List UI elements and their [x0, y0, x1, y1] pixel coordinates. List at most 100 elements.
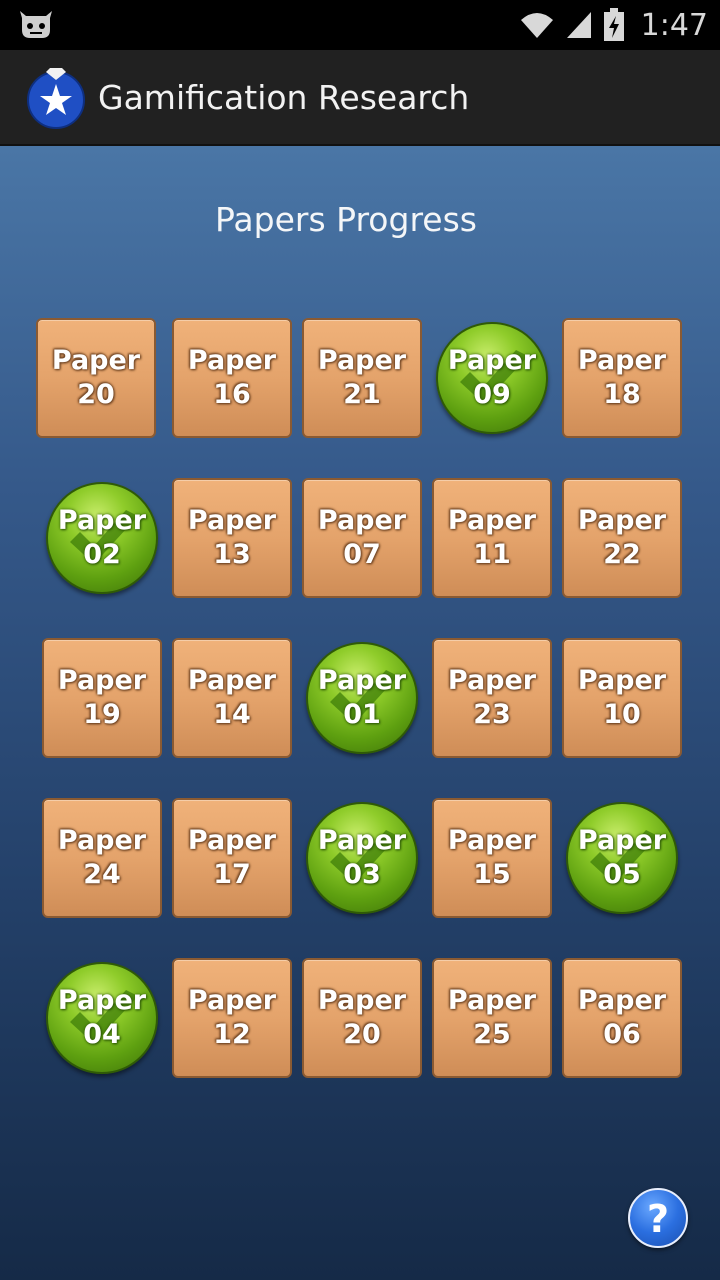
- help-button[interactable]: ?: [628, 1188, 688, 1248]
- paper-number: 24: [83, 859, 121, 890]
- paper-number: 03: [343, 859, 381, 890]
- paper-tile[interactable]: Paper 23: [432, 638, 552, 758]
- paper-completed-badge[interactable]: Paper 01: [306, 642, 418, 754]
- paper-number: 05: [603, 859, 641, 890]
- paper-tile[interactable]: Paper 20: [302, 958, 422, 1078]
- paper-label-text: Paper: [187, 345, 277, 376]
- paper-number: 21: [343, 379, 381, 410]
- paper-tile[interactable]: Paper 24: [42, 798, 162, 918]
- page-title: Papers Progress: [215, 200, 477, 239]
- paper-label: Paper 11: [434, 504, 550, 572]
- status-icons: 1:47: [519, 0, 708, 50]
- paper-tile[interactable]: Paper 21: [302, 318, 422, 438]
- paper-label-text: Paper: [447, 505, 537, 536]
- paper-completed-badge[interactable]: Paper 05: [566, 802, 678, 914]
- paper-number: 20: [343, 1019, 381, 1050]
- paper-tile[interactable]: Paper 12: [172, 958, 292, 1078]
- paper-number: 10: [603, 699, 641, 730]
- paper-number: 06: [603, 1019, 641, 1050]
- status-bar: 1:47: [0, 0, 720, 50]
- paper-label: Paper 19: [44, 664, 160, 732]
- signal-icon: [566, 12, 591, 38]
- paper-label-text: Paper: [447, 825, 537, 856]
- paper-label: Paper 07: [304, 504, 420, 572]
- paper-tile[interactable]: Paper 06: [562, 958, 682, 1078]
- paper-label-text: Paper: [317, 665, 407, 696]
- paper-label: Paper 17: [174, 824, 290, 892]
- paper-label: Paper 25: [434, 984, 550, 1052]
- paper-label-text: Paper: [57, 665, 147, 696]
- paper-label-text: Paper: [447, 345, 537, 376]
- paper-completed-badge[interactable]: Paper 03: [306, 802, 418, 914]
- paper-label-text: Paper: [317, 985, 407, 1016]
- paper-number: 18: [603, 379, 641, 410]
- star-medal-icon[interactable]: [24, 66, 88, 130]
- paper-label-text: Paper: [577, 665, 667, 696]
- paper-label-text: Paper: [187, 665, 277, 696]
- paper-number: 09: [473, 379, 511, 410]
- paper-label: Paper 14: [174, 664, 290, 732]
- paper-label-text: Paper: [577, 505, 667, 536]
- paper-completed-badge[interactable]: Paper 04: [46, 962, 158, 1074]
- paper-label: Paper 13: [174, 504, 290, 572]
- paper-tile[interactable]: Paper 20: [36, 318, 156, 438]
- paper-number: 11: [473, 539, 511, 570]
- paper-label: Paper 20: [38, 344, 154, 412]
- paper-number: 02: [83, 539, 121, 570]
- paper-number: 22: [603, 539, 641, 570]
- paper-number: 01: [343, 699, 381, 730]
- paper-label-text: Paper: [187, 505, 277, 536]
- paper-tile[interactable]: Paper 17: [172, 798, 292, 918]
- paper-label-text: Paper: [577, 825, 667, 856]
- paper-tile[interactable]: Paper 07: [302, 478, 422, 598]
- paper-tile[interactable]: Paper 11: [432, 478, 552, 598]
- paper-number: 20: [77, 379, 115, 410]
- paper-label-text: Paper: [317, 825, 407, 856]
- paper-label: Paper 09: [438, 344, 546, 412]
- status-time: 1:47: [640, 7, 708, 43]
- app-title: Gamification Research: [98, 78, 470, 117]
- paper-label-text: Paper: [57, 825, 147, 856]
- paper-tile[interactable]: Paper 19: [42, 638, 162, 758]
- wifi-icon: [520, 13, 553, 38]
- paper-label-text: Paper: [57, 985, 147, 1016]
- paper-label-text: Paper: [447, 665, 537, 696]
- paper-tile[interactable]: Paper 25: [432, 958, 552, 1078]
- paper-label-text: Paper: [57, 505, 147, 536]
- paper-number: 04: [83, 1019, 121, 1050]
- paper-label-text: Paper: [187, 825, 277, 856]
- paper-label: Paper 06: [564, 984, 680, 1052]
- paper-completed-badge[interactable]: Paper 09: [436, 322, 548, 434]
- paper-tile[interactable]: Paper 14: [172, 638, 292, 758]
- paper-number: 07: [343, 539, 381, 570]
- paper-tile[interactable]: Paper 18: [562, 318, 682, 438]
- paper-label: Paper 16: [174, 344, 290, 412]
- app-bar: Gamification Research: [0, 50, 720, 146]
- paper-tile[interactable]: Paper 16: [172, 318, 292, 438]
- paper-tile[interactable]: Paper 22: [562, 478, 682, 598]
- paper-tile[interactable]: Paper 13: [172, 478, 292, 598]
- paper-completed-badge[interactable]: Paper 02: [46, 482, 158, 594]
- paper-number: 23: [473, 699, 511, 730]
- paper-label: Paper 03: [308, 824, 416, 892]
- paper-label: Paper 24: [44, 824, 160, 892]
- paper-label-text: Paper: [577, 345, 667, 376]
- paper-label: Paper 04: [48, 984, 156, 1052]
- paper-number: 12: [213, 1019, 251, 1050]
- paper-label-text: Paper: [187, 985, 277, 1016]
- paper-number: 25: [473, 1019, 511, 1050]
- paper-number: 17: [213, 859, 251, 890]
- paper-label: Paper 18: [564, 344, 680, 412]
- paper-label-text: Paper: [577, 985, 667, 1016]
- help-icon: ?: [646, 1197, 670, 1241]
- paper-number: 16: [213, 379, 251, 410]
- paper-label: Paper 10: [564, 664, 680, 732]
- paper-label: Paper 20: [304, 984, 420, 1052]
- paper-label: Paper 23: [434, 664, 550, 732]
- paper-label: Paper 02: [48, 504, 156, 572]
- paper-tile[interactable]: Paper 15: [432, 798, 552, 918]
- paper-label: Paper 01: [308, 664, 416, 732]
- papers-progress-screen: Papers Progress Paper 20 Paper 16 Paper 21 Pap…: [0, 146, 720, 1280]
- paper-number: 19: [83, 699, 121, 730]
- paper-tile[interactable]: Paper 10: [562, 638, 682, 758]
